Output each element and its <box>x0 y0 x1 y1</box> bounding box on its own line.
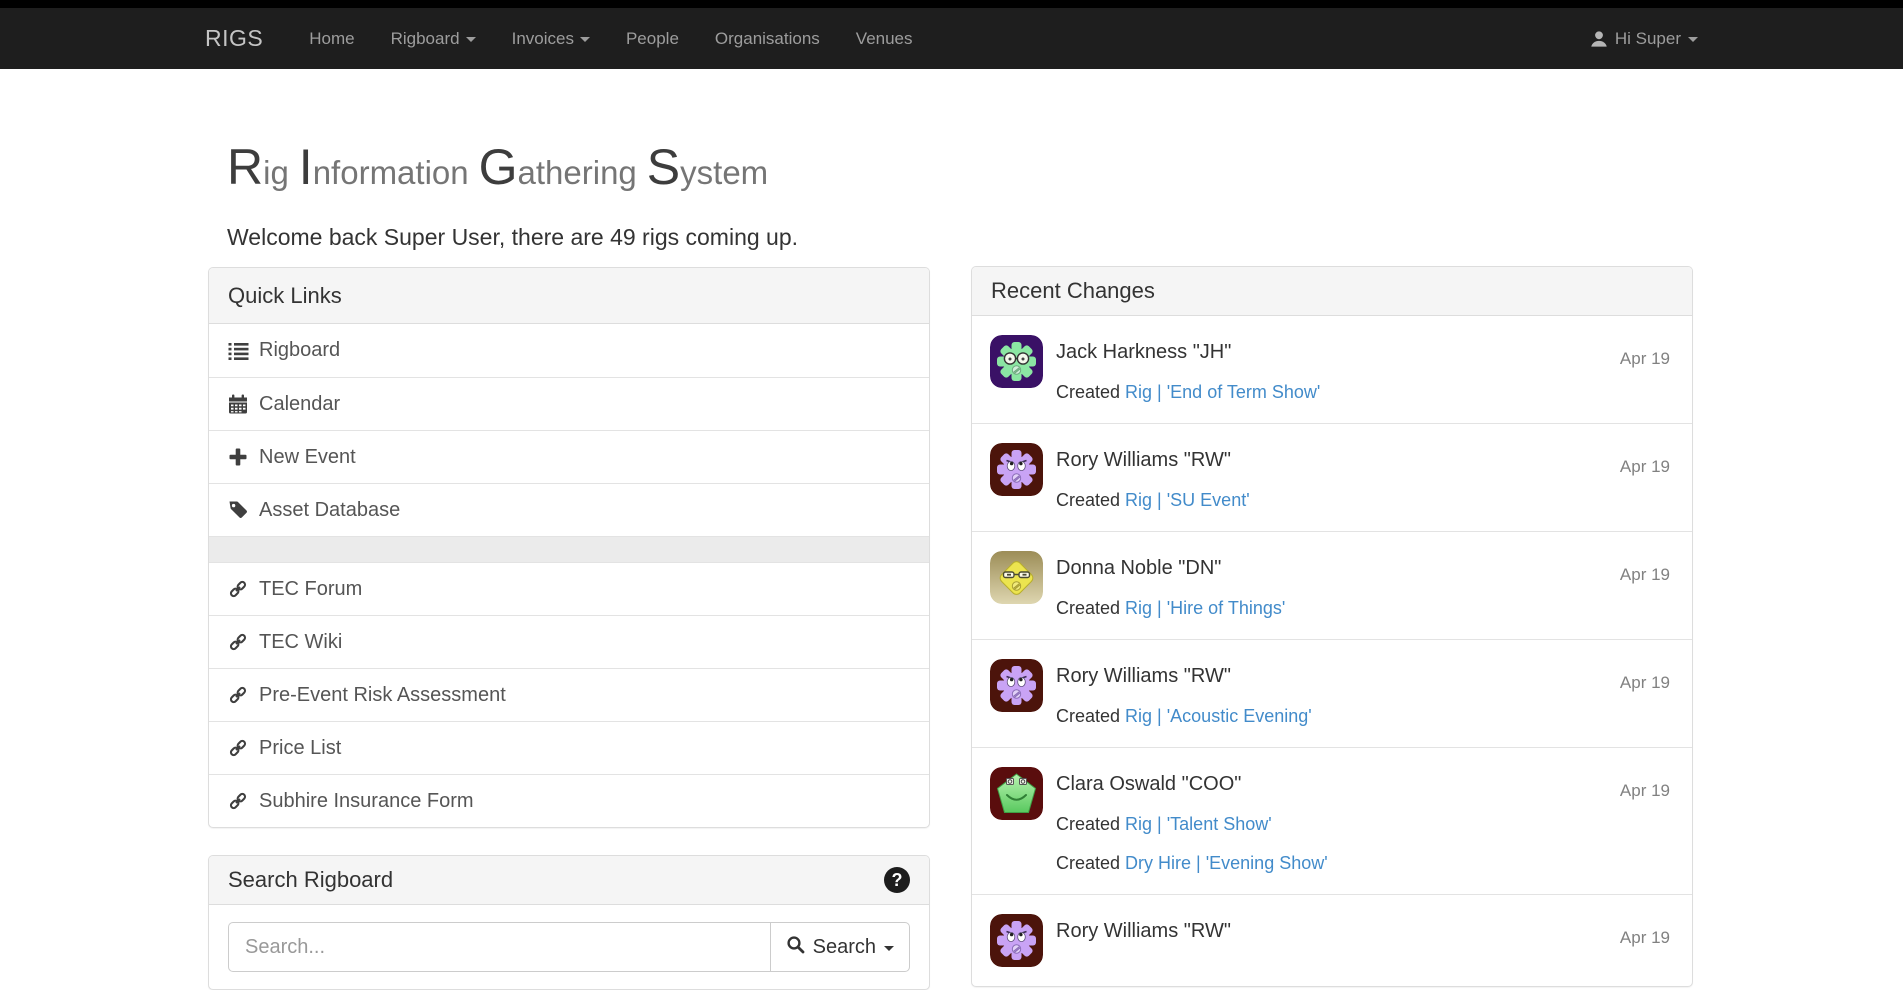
quick-link-asset-database[interactable]: Asset Database <box>209 483 929 536</box>
change-date: Apr 19 <box>1620 565 1670 585</box>
welcome-message: Welcome back Super User, there are 49 ri… <box>227 224 798 251</box>
search-button[interactable]: Search <box>770 922 910 972</box>
person-name: Rory Williams "RW" <box>1056 447 1579 473</box>
quick-links-title: Quick Links <box>228 283 342 309</box>
recent-change-row: Jack Harkness "JH" Created Rig | 'End of… <box>972 316 1692 423</box>
quick-link-new-event[interactable]: New Event <box>209 430 929 483</box>
link-icon <box>227 790 249 812</box>
quick-links-panel: Quick Links Rigboard Calendar New Event … <box>208 267 930 828</box>
quick-links-heading: Quick Links <box>209 268 929 324</box>
recent-changes-panel: Recent Changes Jack Harkness "JH" Create… <box>971 266 1693 987</box>
link-icon <box>227 684 249 706</box>
change-link[interactable]: Rig | 'Hire of Things' <box>1125 598 1285 618</box>
nav-item-home[interactable]: Home <box>291 29 372 49</box>
search-button-label: Search <box>813 936 876 959</box>
monster-purple-gear <box>990 914 1043 967</box>
monster-green-gear <box>990 335 1043 388</box>
quick-link-tec-wiki[interactable]: TEC Wiki <box>209 615 929 668</box>
change-action: Created Rig | 'Talent Show' <box>1056 812 1579 836</box>
recent-change-row: Rory Williams "RW" Created Rig | 'Acoust… <box>972 639 1692 747</box>
monster-purple-gear <box>990 659 1043 712</box>
person-name: Rory Williams "RW" <box>1056 663 1579 689</box>
person-name: Jack Harkness "JH" <box>1056 339 1579 365</box>
page-title: RigInformationGatheringSystem <box>227 138 778 196</box>
change-date: Apr 19 <box>1620 781 1670 801</box>
link-icon <box>227 737 249 759</box>
change-action: Created Rig | 'Hire of Things' <box>1056 596 1579 620</box>
top-navbar: RIGS HomeRigboardInvoicesPeopleOrganisat… <box>0 0 1903 69</box>
quick-link-tec-forum[interactable]: TEC Forum <box>209 562 929 615</box>
main-nav: HomeRigboardInvoicesPeopleOrganisationsV… <box>291 29 930 49</box>
brand-logo[interactable]: RIGS <box>205 25 263 52</box>
recent-change-row: Rory Williams "RW" Apr 19 <box>972 894 1692 986</box>
search-input[interactable] <box>228 922 770 972</box>
search-icon <box>786 935 805 960</box>
person-name: Donna Noble "DN" <box>1056 555 1579 581</box>
quick-link-rigboard[interactable]: Rigboard <box>209 324 929 377</box>
recent-change-row: Rory Williams "RW" Created Rig | 'SU Eve… <box>972 423 1692 531</box>
recent-changes-heading: Recent Changes <box>972 267 1692 316</box>
search-panel-heading: Search Rigboard ? <box>209 856 929 905</box>
list-icon <box>227 340 249 362</box>
search-panel-title: Search Rigboard <box>228 867 393 893</box>
change-date: Apr 19 <box>1620 928 1670 948</box>
change-link[interactable]: Rig | 'SU Event' <box>1125 490 1250 510</box>
change-link[interactable]: Dry Hire | 'Evening Show' <box>1125 853 1328 873</box>
monster-purple-gear <box>990 443 1043 496</box>
change-link[interactable]: Rig | 'End of Term Show' <box>1125 382 1320 402</box>
user-menu[interactable]: Hi Super <box>1590 29 1698 49</box>
change-date: Apr 19 <box>1620 673 1670 693</box>
link-icon <box>227 631 249 653</box>
nav-item-invoices[interactable]: Invoices <box>494 29 608 49</box>
calendar-icon <box>227 393 249 415</box>
change-action: Created Rig | 'Acoustic Evening' <box>1056 704 1579 728</box>
quick-link-subhire-insurance-form[interactable]: Subhire Insurance Form <box>209 774 929 827</box>
recent-change-row: Donna Noble "DN" Created Rig | 'Hire of … <box>972 531 1692 639</box>
nav-item-venues[interactable]: Venues <box>838 29 931 49</box>
change-link[interactable]: Rig | 'Talent Show' <box>1125 814 1272 834</box>
user-icon <box>1590 30 1608 48</box>
list-separator <box>209 536 929 562</box>
chevron-down-icon <box>466 37 476 42</box>
quick-links-list: Rigboard Calendar New Event Asset Databa… <box>209 324 929 827</box>
change-date: Apr 19 <box>1620 349 1670 369</box>
nav-item-organisations[interactable]: Organisations <box>697 29 838 49</box>
monster-green-pentagon <box>990 767 1043 820</box>
search-rigboard-panel: Search Rigboard ? Search <box>208 855 930 990</box>
chevron-down-icon <box>1688 37 1698 42</box>
change-link[interactable]: Rig | 'Acoustic Evening' <box>1125 706 1312 726</box>
nav-item-rigboard[interactable]: Rigboard <box>373 29 494 49</box>
recent-changes-list: Jack Harkness "JH" Created Rig | 'End of… <box>972 316 1692 986</box>
recent-changes-title: Recent Changes <box>991 278 1155 304</box>
change-action: Created Rig | 'End of Term Show' <box>1056 380 1579 404</box>
person-name: Clara Oswald "COO" <box>1056 771 1579 797</box>
quick-link-price-list[interactable]: Price List <box>209 721 929 774</box>
chevron-down-icon <box>884 946 894 951</box>
plus-icon <box>227 446 249 468</box>
quick-link-calendar[interactable]: Calendar <box>209 377 929 430</box>
quick-link-pre-event-risk-assessment[interactable]: Pre-Event Risk Assessment <box>209 668 929 721</box>
change-action: Created Dry Hire | 'Evening Show' <box>1056 851 1579 875</box>
chevron-down-icon <box>580 37 590 42</box>
change-date: Apr 19 <box>1620 457 1670 477</box>
link-icon <box>227 578 249 600</box>
question-circle-icon[interactable]: ? <box>884 867 910 893</box>
tag-icon <box>227 499 249 521</box>
nav-item-people[interactable]: People <box>608 29 697 49</box>
person-name: Rory Williams "RW" <box>1056 918 1579 944</box>
change-action: Created Rig | 'SU Event' <box>1056 488 1579 512</box>
user-menu-label: Hi Super <box>1615 29 1681 49</box>
monster-yellow-diamond <box>990 551 1043 604</box>
recent-change-row: Clara Oswald "COO" Created Rig | 'Talent… <box>972 747 1692 894</box>
